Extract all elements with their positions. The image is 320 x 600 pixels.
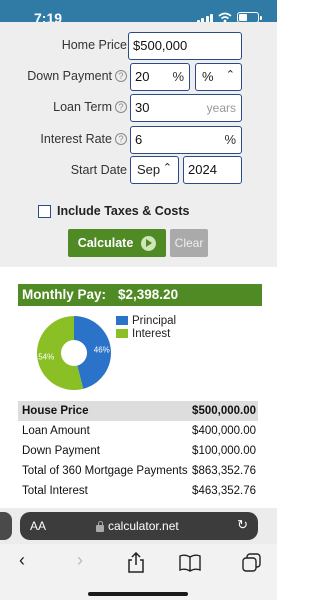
down-payment-input[interactable]: 20 % [130,63,190,91]
table-row: Loan Amount $400,000.00 [18,421,258,441]
forward-icon[interactable]: › [68,550,92,571]
calculate-button-label: Calculate [77,236,134,250]
row-label: Total of 360 Mortgage Payments [22,465,188,477]
loan-term-suffix: years [206,101,236,115]
row-value: $100,000.00 [192,445,256,457]
include-taxes-label: Include Taxes & Costs [57,204,190,218]
url-text: calculator.net [108,519,179,533]
home-indicator [88,592,188,596]
previous-tab-peek[interactable] [0,512,12,540]
lock-icon [96,520,104,532]
reload-icon[interactable]: ↻ [237,517,248,533]
row-label: Loan Amount [22,425,90,437]
table-row: House Price $500,000.00 [18,401,258,421]
interest-rate-suffix: % [224,132,236,147]
monthly-pay-label: Monthly Pay: [22,287,107,302]
table-row: Down Payment $100,000.00 [18,441,258,461]
row-label: Total Interest [22,485,88,497]
start-month-select[interactable]: Sep ⌃ [130,156,179,184]
tabs-icon[interactable] [240,553,264,573]
legend-label: Interest [132,327,171,340]
help-icon[interactable]: ? [115,101,127,113]
row-value: $463,352.76 [192,485,256,497]
home-price-input[interactable]: $500,000 [128,32,242,60]
play-icon [141,235,157,251]
legend-item-principal: Principal [116,314,176,327]
back-icon[interactable]: ‹ [10,550,34,571]
row-value: $400,000.00 [192,425,256,437]
legend-label: Principal [132,314,177,327]
interest-rate-input[interactable]: 6 % [130,126,242,154]
include-taxes-checkbox[interactable] [38,204,51,218]
share-icon[interactable] [124,552,148,574]
monthly-pay-value: $2,398.20 [118,287,179,302]
down-payment-unit-select[interactable]: % ⌃ [195,63,242,91]
chevron-updown-icon: ⌃ [225,69,235,81]
legend-item-interest: Interest [116,327,176,340]
legend-swatch [116,316,128,325]
payment-breakdown-chart: 46% 54% [37,316,112,390]
reader-settings-button[interactable]: AA [30,519,46,533]
summary-table: House Price $500,000.00 Loan Amount $400,00… [18,401,258,501]
help-icon[interactable]: ? [115,133,127,145]
row-label: House Price [22,405,89,417]
address-bar[interactable]: AA calculator.net ↻ [20,512,258,540]
loan-term-input[interactable]: 30 years [130,94,242,122]
interest-rate-label: Interest Rate? [9,132,127,146]
table-row: Total Interest $463,352.76 [18,481,258,501]
row-label: Down Payment [22,445,100,457]
home-price-label: Home Price [61,38,127,52]
cellular-signal-icon [196,13,213,23]
start-date-label: Start Date [70,163,127,177]
bookmarks-icon[interactable] [178,554,202,572]
include-taxes-option[interactable]: Include Taxes & Costs [38,204,189,218]
loan-term-label: Loan Term? [9,100,127,114]
down-payment-label: Down Payment? [9,69,127,83]
chart-legend: Principal Interest [116,314,176,340]
down-payment-suffix: % [172,69,184,84]
table-row: Total of 360 Mortgage Payments $863,352.7… [18,461,258,481]
chevron-updown-icon: ⌃ [162,162,172,174]
help-icon[interactable]: ? [115,70,127,82]
slice-label-principal: 46% [94,345,110,354]
start-year-input[interactable]: 2024 [183,156,242,184]
legend-swatch [116,329,128,338]
row-value: $863,352.76 [192,465,256,477]
clear-button[interactable]: Clear [170,229,208,257]
url-display[interactable]: calculator.net [96,519,179,533]
row-value: $500,000.00 [192,405,256,417]
slice-label-interest: 54% [38,353,54,362]
monthly-pay-header: Monthly Pay: $2,398.20 [18,284,262,306]
calculate-button[interactable]: Calculate [68,229,166,257]
